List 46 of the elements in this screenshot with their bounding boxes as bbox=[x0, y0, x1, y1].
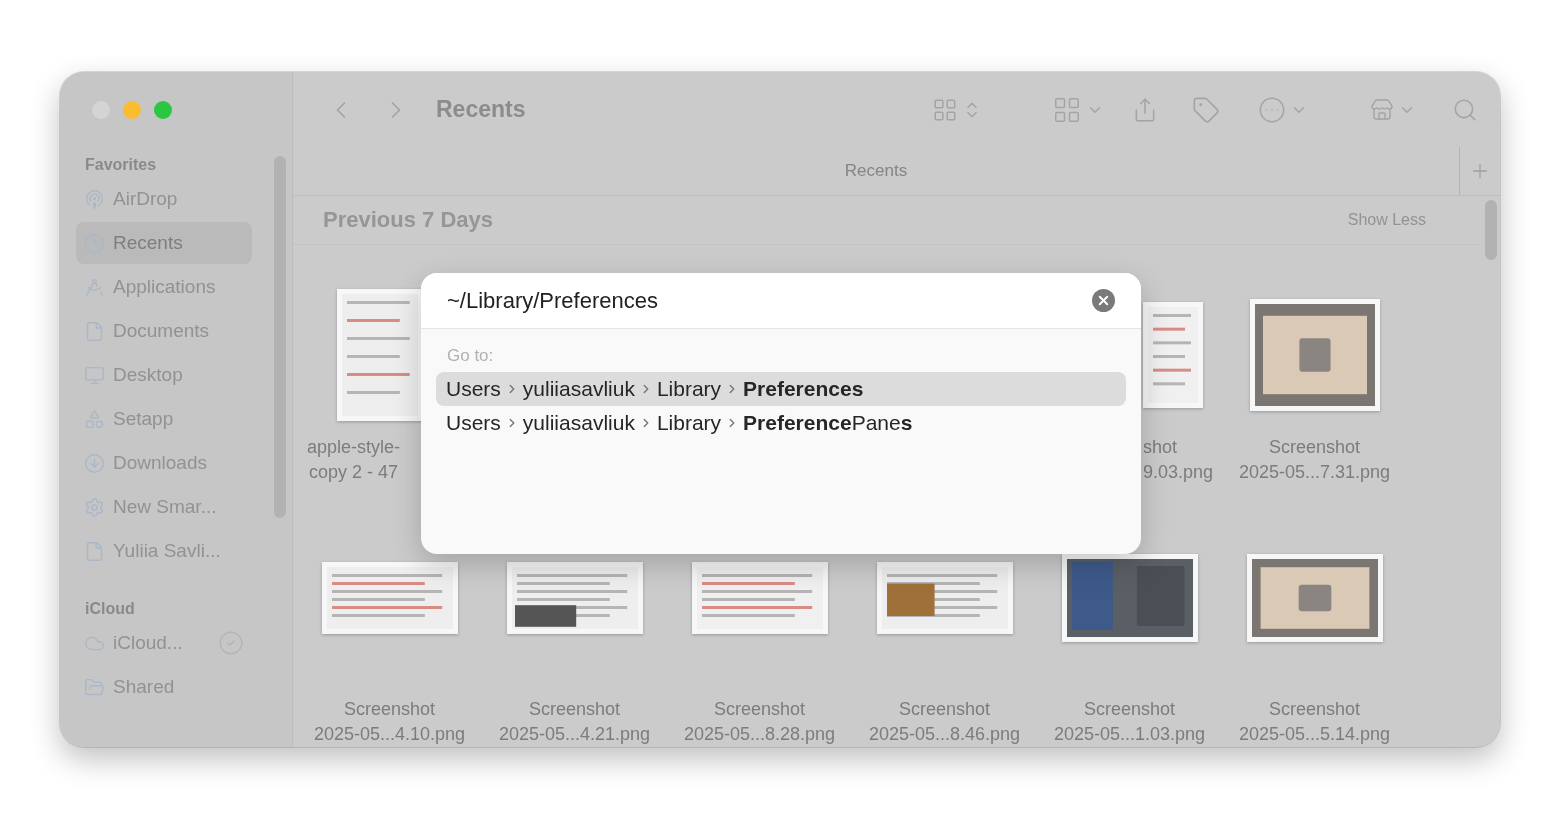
clear-button[interactable] bbox=[1092, 289, 1115, 312]
monitor-icon bbox=[84, 364, 105, 386]
compass-icon bbox=[84, 276, 105, 298]
file-name[interactable]: Screenshot 2025-05...7.31.png bbox=[1238, 435, 1391, 485]
gear-icon bbox=[84, 496, 105, 518]
window-title: Recents bbox=[436, 96, 526, 123]
file-name[interactable]: Screenshot 2025-05...1.03.png bbox=[1053, 697, 1206, 747]
sidebar-heading: Favorites bbox=[84, 155, 158, 175]
path-field[interactable]: ~/Library/Preferences bbox=[421, 273, 1141, 329]
show-less-link[interactable]: Show Less bbox=[1347, 211, 1426, 229]
path-label: Preferences bbox=[743, 377, 864, 401]
path-label: Users bbox=[446, 411, 501, 435]
tag-icon[interactable] bbox=[1192, 95, 1220, 124]
file-name[interactable]: shot 9.03.png bbox=[1143, 435, 1214, 485]
more-icon[interactable] bbox=[1258, 95, 1286, 124]
tab[interactable]: Recents bbox=[293, 147, 1459, 195]
file-name[interactable]: Screenshot 2025-05...4.10.png bbox=[313, 697, 466, 747]
zoom-window-icon[interactable] bbox=[154, 101, 172, 119]
file-name[interactable]: Screenshot 2025-05...5.14.png bbox=[1238, 697, 1391, 747]
grid-view-icon[interactable] bbox=[932, 96, 958, 123]
folder-icon bbox=[84, 676, 105, 698]
path-suggestion[interactable]: Users yuliiasavliuk Library Preferences bbox=[436, 372, 1126, 406]
sidebar-item[interactable]: Recents bbox=[76, 222, 252, 264]
minimize-window-icon[interactable] bbox=[123, 101, 141, 119]
document-icon bbox=[84, 540, 105, 562]
path-label: yuliiasavliuk bbox=[522, 377, 635, 401]
close-icon bbox=[1096, 293, 1111, 308]
path-label: Library bbox=[656, 411, 722, 435]
document-icon bbox=[84, 320, 105, 342]
path-input[interactable]: ~/Library/Preferences bbox=[447, 287, 1092, 314]
file-name[interactable]: Screenshot 2025-05...8.46.png bbox=[868, 697, 1021, 747]
path-label: Users bbox=[446, 377, 501, 401]
airdrop-icon bbox=[84, 188, 105, 210]
path-label: Library bbox=[656, 377, 722, 401]
shapes-icon bbox=[84, 408, 105, 430]
sidebar-heading: iCloud bbox=[84, 599, 136, 619]
path-suggestion[interactable]: Users yuliiasavliuk Library PreferencePanes bbox=[436, 406, 1126, 440]
file-name[interactable]: apple-style- copy 2 - 47 bbox=[307, 435, 401, 485]
go-to-label: Go to: bbox=[446, 345, 495, 367]
download-icon bbox=[84, 452, 105, 474]
scrollbar[interactable] bbox=[1485, 200, 1497, 260]
file-name[interactable]: Screenshot 2025-05...4.21.png bbox=[498, 697, 651, 747]
store-icon[interactable] bbox=[1370, 97, 1394, 122]
path-label: yuliiasavliuk bbox=[522, 411, 635, 435]
file-name[interactable]: Screenshot 2025-05...8.28.png bbox=[683, 697, 836, 747]
path-label: PreferencePanes bbox=[743, 411, 913, 435]
